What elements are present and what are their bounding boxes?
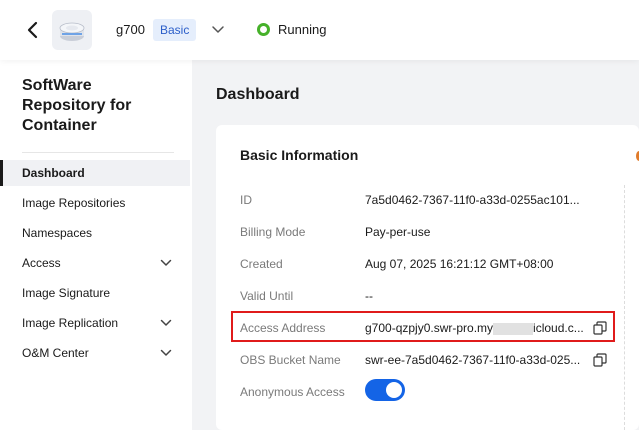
toggle-knob	[386, 382, 402, 398]
billing-mode-value: Pay-per-use	[365, 225, 431, 239]
chevron-down-icon	[160, 319, 172, 326]
sidebar-item-image-repositories[interactable]: Image Repositories	[0, 190, 190, 216]
card-title: Basic Information	[240, 147, 359, 163]
redacted-block	[493, 322, 534, 335]
sidebar: SoftWare Repository for Container Dashbo…	[0, 60, 192, 430]
valid-until-value: --	[365, 289, 373, 303]
sidebar-item-image-signature[interactable]: Image Signature	[0, 280, 190, 306]
sidebar-item-label: Image Signature	[22, 286, 111, 300]
sidebar-item-om-center[interactable]: O&M Center	[0, 340, 190, 366]
obs-bucket-value: swr-ee-7a5d0462-7367-11f0-a33d-025...	[365, 353, 581, 367]
sidebar-item-label: Dashboard	[22, 166, 85, 180]
access-address-prefix: g700-qzpjy0.swr-pro.my	[365, 321, 494, 335]
sidebar-item-access[interactable]: Access	[0, 250, 190, 276]
chevron-down-icon	[160, 349, 172, 356]
sidebar-title: SoftWare Repository for Container	[22, 77, 132, 134]
sidebar-item-label: Access	[22, 256, 61, 270]
edition-badge: Basic	[153, 19, 197, 41]
back-arrow-icon[interactable]	[24, 19, 42, 41]
access-address-suffix: icloud.c...	[533, 321, 584, 335]
copy-icon[interactable]	[593, 321, 607, 335]
sidebar-item-label: Namespaces	[22, 226, 93, 240]
obs-bucket-label: OBS Bucket Name	[240, 353, 341, 367]
top-bar: g700 Basic Running	[0, 0, 639, 60]
sidebar-item-label: O&M Center	[22, 346, 89, 360]
status-indicator-icon	[257, 23, 270, 36]
chevron-down-icon	[160, 259, 172, 266]
sidebar-item-namespaces[interactable]: Namespaces	[0, 220, 190, 246]
sidebar-divider	[22, 152, 174, 153]
id-label: ID	[240, 193, 252, 207]
valid-until-label: Valid Until	[240, 289, 294, 303]
anonymous-access-toggle[interactable]	[365, 379, 405, 401]
basic-information-card: Basic Information ID 7a5d0462-7367-11f0-…	[216, 125, 639, 430]
column-divider	[624, 185, 625, 430]
sidebar-item-image-replication[interactable]: Image Replication	[0, 310, 190, 336]
id-value: 7a5d0462-7367-11f0-a33d-0255ac101...	[365, 193, 580, 207]
sidebar-item-dashboard[interactable]: Dashboard	[0, 160, 190, 186]
created-label: Created	[240, 257, 283, 271]
swr-product-icon	[52, 10, 92, 50]
chevron-down-icon[interactable]	[211, 24, 225, 36]
page-title: Dashboard	[216, 86, 300, 103]
status-text: Running	[278, 22, 327, 37]
access-address-value: g700-qzpjy0.swr-pro.my icloud.c...	[365, 321, 584, 335]
billing-mode-label: Billing Mode	[240, 225, 306, 239]
access-address-label: Access Address	[240, 321, 326, 335]
anonymous-access-label: Anonymous Access	[240, 385, 345, 399]
copy-icon[interactable]	[593, 353, 607, 367]
sidebar-item-label: Image Replication	[22, 316, 119, 330]
instance-name: g700	[116, 22, 145, 37]
created-value: Aug 07, 2025 16:21:12 GMT+08:00	[365, 257, 554, 271]
sidebar-item-label: Image Repositories	[22, 196, 126, 210]
